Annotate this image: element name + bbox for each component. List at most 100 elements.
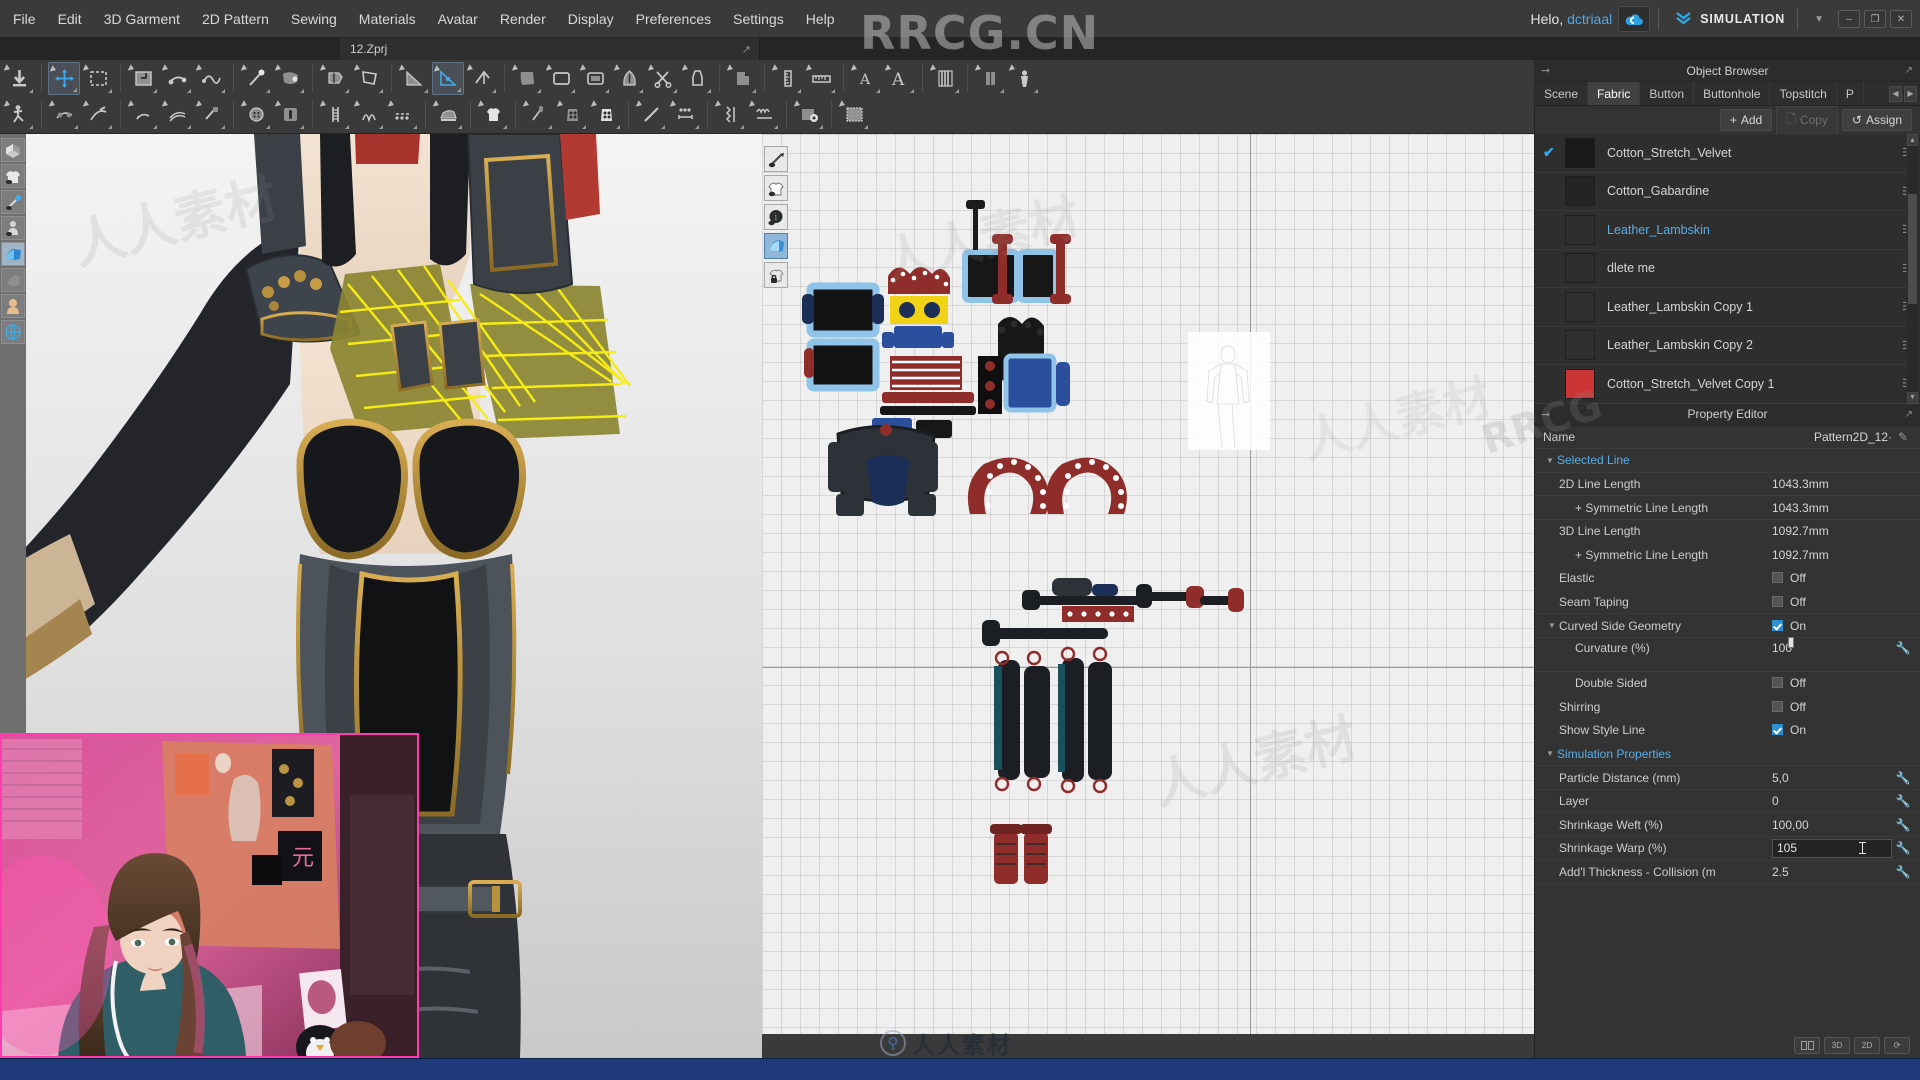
tshirt-fit-icon[interactable] (477, 98, 509, 131)
fabric-swatch[interactable] (1565, 253, 1595, 284)
menu-item-3d-garment[interactable]: 3D Garment (93, 0, 191, 38)
checkbox-icon[interactable] (1772, 700, 1783, 712)
text-small-icon[interactable]: A (850, 62, 882, 95)
menu-item-2d-pattern[interactable]: 2D Pattern (191, 0, 280, 38)
fabric-list-item[interactable]: ✔Cotton_Stretch_Velvet☷ (1535, 134, 1920, 173)
sew-segment-icon[interactable] (48, 98, 80, 131)
checkbox-icon[interactable] (1772, 572, 1783, 584)
wrench-icon[interactable]: 🔧 (1892, 841, 1914, 855)
property-group-simulation-properties[interactable]: ▼ Simulation Properties (1535, 743, 1920, 767)
text-large-icon[interactable]: A (884, 62, 916, 95)
property-row[interactable]: 2D Line Length 1043.3mm (1535, 473, 1920, 497)
button-icon[interactable] (240, 98, 272, 131)
property-toggle[interactable]: Off (1772, 700, 1892, 714)
menu-item-render[interactable]: Render (489, 0, 557, 38)
property-row[interactable]: Shrinkage Warp (%) 105 🔧 (1535, 837, 1920, 861)
property-row[interactable]: Shrinkage Weft (%) 100,00 🔧 (1535, 813, 1920, 837)
fabric-swatch[interactable] (1565, 330, 1595, 361)
property-toggle[interactable]: On (1772, 619, 1892, 633)
fabric-list-scrollbar[interactable]: ▲ ▼ (1907, 134, 1918, 404)
expand-icon[interactable]: ↗ (1905, 409, 1913, 420)
trace-tool-icon[interactable] (681, 62, 713, 95)
scissors-cut-icon[interactable] (647, 62, 679, 95)
rectangle-tool-icon[interactable] (545, 62, 577, 95)
chevron-down-icon[interactable]: ▼ (1543, 749, 1557, 758)
topstitch-icon[interactable] (387, 98, 419, 131)
edit-pattern-icon[interactable] (127, 62, 159, 95)
wrench-icon[interactable]: 🔧 (1892, 641, 1914, 655)
menu-item-materials[interactable]: Materials (348, 0, 427, 38)
garment-eye-icon[interactable] (764, 175, 788, 201)
fabric-list-item[interactable]: Leather_Lambskin☷ (1535, 211, 1920, 250)
measure-tape-icon[interactable] (771, 62, 803, 95)
pin-icon[interactable]: ➞ (1541, 64, 1550, 77)
property-toggle[interactable]: Off (1772, 676, 1892, 690)
puckering-icon[interactable] (353, 98, 385, 131)
property-group-selected-line[interactable]: ▼ Selected Line (1535, 449, 1920, 473)
edit-curve-point-icon[interactable] (195, 62, 227, 95)
fabric-list[interactable]: ✔Cotton_Stretch_Velvet☷Cotton_Gabardine☷… (1535, 134, 1920, 404)
lock-pattern-icon[interactable] (764, 262, 788, 288)
restore-button[interactable]: ❐ (1864, 10, 1886, 28)
pencil-icon[interactable]: ✎ (1892, 430, 1914, 444)
sew-line-icon[interactable] (127, 98, 159, 131)
property-slider[interactable]: 100 (1772, 636, 1892, 655)
fabric-swatch[interactable] (1565, 214, 1595, 245)
menu-item-display[interactable]: Display (557, 0, 625, 38)
menu-item-file[interactable]: File (2, 0, 47, 38)
mode-selector[interactable]: SIMULATION (1667, 11, 1789, 28)
property-row[interactable]: Layer 0 🔧 (1535, 790, 1920, 814)
wrench-icon[interactable]: 🔧 (1892, 818, 1914, 832)
property-toggle[interactable]: On (1772, 723, 1892, 737)
rectangle-select-tool-icon[interactable] (82, 62, 114, 95)
property-row[interactable]: 3D Line Length 1092.7mm (1535, 520, 1920, 544)
globe-icon[interactable] (1, 320, 25, 344)
property-row[interactable]: Elastic Off (1535, 567, 1920, 591)
inner-rectangle-icon[interactable] (579, 62, 611, 95)
avatar-figure-icon[interactable] (1008, 62, 1040, 95)
free-sew-icon[interactable] (82, 98, 114, 131)
fabric-swatch[interactable] (1565, 368, 1595, 399)
fold-arrange-icon[interactable] (274, 62, 306, 95)
iron-press-icon[interactable] (432, 98, 464, 131)
pin-highlight-icon[interactable] (1, 190, 25, 214)
pattern-dots2-icon[interactable] (590, 98, 622, 131)
cloud-icon[interactable] (1618, 6, 1651, 32)
2d-pattern-canvas[interactable]: i (762, 134, 1534, 1034)
menu-item-edit[interactable]: Edit (47, 0, 93, 38)
property-input[interactable]: 105 (1772, 838, 1892, 858)
fold-pattern-icon[interactable] (726, 62, 758, 95)
pin-icon[interactable]: ➞ (1541, 408, 1550, 421)
garment-panel-icon[interactable] (974, 62, 1006, 95)
sew-multi-icon[interactable] (161, 98, 193, 131)
menu-item-preferences[interactable]: Preferences (625, 0, 722, 38)
pen-show-icon[interactable] (764, 146, 788, 172)
edit-curvature-icon[interactable] (432, 61, 464, 95)
segment-tool-icon[interactable] (466, 62, 498, 95)
fabric-list-item[interactable]: Leather_Lambskin Copy 1☷ (1535, 288, 1920, 327)
add-fabric-button[interactable]: + Add (1719, 109, 1773, 131)
info-bubble-icon[interactable]: i (764, 204, 788, 230)
checkbox-icon[interactable] (1772, 619, 1783, 631)
edit-point-icon[interactable] (161, 62, 193, 95)
fabric-swatch[interactable] (1565, 137, 1595, 168)
chevron-down-icon[interactable]: ▼ (1543, 456, 1557, 465)
object-browser-tab-topstitch[interactable]: Topstitch (1770, 82, 1837, 105)
pleats-icon[interactable] (929, 62, 961, 95)
chevron-left-icon[interactable]: ◀ (1889, 85, 1902, 102)
thermo-icon[interactable] (522, 98, 554, 131)
property-row[interactable]: + Symmetric Line Length 1092.7mm (1535, 543, 1920, 568)
split-view-icon[interactable] (1794, 1036, 1820, 1054)
texture-grid-icon[interactable] (838, 98, 870, 131)
fabric-swatch[interactable] (1565, 291, 1595, 322)
minimize-button[interactable]: – (1838, 10, 1860, 28)
walk-avatar-icon[interactable] (3, 98, 35, 131)
view-2d-icon[interactable]: 2D (1854, 1036, 1880, 1054)
object-browser-tab-fabric[interactable]: Fabric (1588, 82, 1641, 105)
polygon-select-icon[interactable] (353, 62, 385, 95)
username-label[interactable]: dctriaal (1567, 11, 1612, 27)
scroll-thumb[interactable] (1908, 194, 1917, 304)
zipper-icon[interactable] (319, 98, 351, 131)
fold-grey-icon[interactable] (1, 268, 25, 292)
chevron-right-icon[interactable]: ▶ (1904, 85, 1917, 102)
